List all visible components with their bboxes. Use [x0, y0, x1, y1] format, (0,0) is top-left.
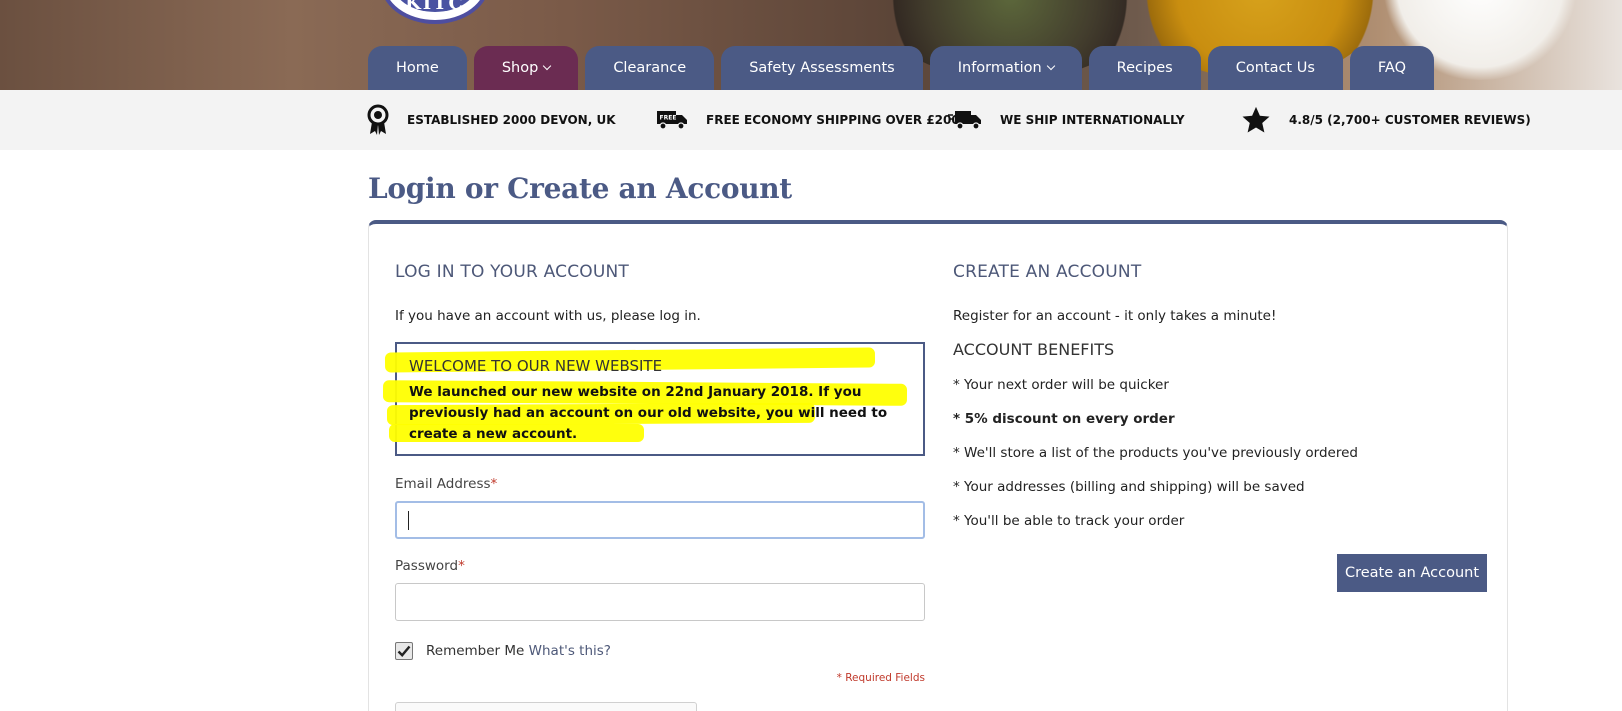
login-intro: If you have an account with us, please l…	[395, 308, 701, 324]
whats-this-link[interactable]: What's this?	[529, 643, 611, 659]
benefit-item: * 5% discount on every order	[953, 411, 1175, 427]
usp-reviews: 4.8/5 (2,700+ CUSTOMER REVIEWS)	[1241, 90, 1531, 150]
benefits-title: ACCOUNT BENEFITS	[953, 340, 1115, 359]
password-label: Password*	[395, 558, 465, 574]
usp-text: 4.8/5 (2,700+ CUSTOMER REVIEWS)	[1289, 113, 1531, 127]
login-button[interactable]	[395, 702, 697, 711]
nav-tab-home[interactable]: Home	[368, 46, 467, 90]
site-logo[interactable]: KITC	[380, 0, 490, 24]
nav-tab-label: Clearance	[613, 60, 687, 76]
required-fields-note: * Required Fields	[836, 672, 925, 684]
usp-text: ESTABLISHED 2000 DEVON, UK	[407, 113, 616, 127]
create-account-button[interactable]: Create an Account	[1337, 554, 1487, 592]
chevron-down-icon	[1046, 61, 1055, 71]
star-icon	[1242, 106, 1270, 133]
email-label: Email Address*	[395, 476, 497, 492]
account-panel: LOG IN TO YOUR ACCOUNT If you have an ac…	[368, 220, 1508, 711]
usp-text: WE SHIP INTERNATIONALLY	[1000, 113, 1185, 127]
usp-bar: ESTABLISHED 2000 DEVON, UK FREE FREE ECO…	[0, 90, 1622, 150]
email-label-text: Email Address	[395, 476, 491, 492]
nav-tab-faq[interactable]: FAQ	[1349, 46, 1434, 90]
logo-text: KITC	[405, 0, 465, 14]
usp-established: ESTABLISHED 2000 DEVON, UK	[367, 90, 616, 150]
free-badge-text: FREE	[660, 115, 677, 122]
nav-tab-clearance[interactable]: Clearance	[585, 46, 715, 90]
nav-tab-contact-us[interactable]: Contact Us	[1207, 46, 1343, 90]
benefit-item: * Your addresses (billing and shipping) …	[953, 479, 1305, 495]
remember-me-label: Remember Me What's this?	[426, 643, 611, 659]
checkmark-icon	[397, 645, 411, 657]
login-title: LOG IN TO YOUR ACCOUNT	[395, 262, 630, 282]
password-label-text: Password	[395, 558, 459, 574]
nav-tab-label: Home	[396, 60, 439, 76]
nav-tab-label: Recipes	[1116, 60, 1173, 76]
nav-tab-label: Contact Us	[1235, 60, 1315, 76]
welcome-notice: WELCOME TO OUR NEW WEBSITE We launched o…	[382, 342, 925, 456]
remember-me-checkbox[interactable]	[395, 642, 413, 660]
remember-me-text: Remember Me	[426, 643, 525, 659]
register-intro: Register for an account - it only takes …	[953, 308, 1277, 324]
header-banner: KITC Home Shop Clearance Safety Assessme…	[0, 0, 1622, 90]
nav-tab-label: FAQ	[1377, 60, 1406, 76]
notice-title: WELCOME TO OUR NEW WEBSITE	[409, 357, 663, 375]
nav-tab-recipes[interactable]: Recipes	[1088, 46, 1201, 90]
notice-body: We launched our new website on 22nd Janu…	[409, 384, 888, 442]
text-caret	[408, 511, 409, 530]
page-title: Login or Create an Account	[368, 172, 792, 205]
free-shipping-truck-icon: FREE	[657, 111, 687, 130]
rosette-icon	[367, 104, 389, 135]
nav-tab-information[interactable]: Information	[929, 46, 1082, 90]
email-field[interactable]	[395, 501, 925, 539]
chevron-down-icon	[543, 61, 552, 71]
nav-tab-label: Shop	[501, 60, 539, 76]
password-field[interactable]	[395, 583, 925, 621]
main-nav: Home Shop Clearance Safety Assessments I…	[368, 46, 1434, 90]
register-title: CREATE AN ACCOUNT	[953, 262, 1142, 282]
usp-free-shipping: FREE FREE ECONOMY SHIPPING OVER £200	[656, 90, 960, 150]
nav-tab-safety-assessments[interactable]: Safety Assessments	[721, 46, 923, 90]
required-asterisk: *	[490, 476, 498, 492]
nav-tab-label: Information	[957, 60, 1042, 76]
benefit-item: * We'll store a list of the products you…	[953, 445, 1358, 461]
benefit-item: * You'll be able to track your order	[953, 513, 1185, 529]
usp-text: FREE ECONOMY SHIPPING OVER £200	[706, 113, 960, 127]
usp-international: WE SHIP INTERNATIONALLY	[948, 90, 1185, 150]
delivery-truck-icon	[948, 111, 981, 130]
required-asterisk: *	[458, 558, 465, 574]
nav-tab-shop[interactable]: Shop	[473, 46, 579, 90]
benefit-item: * Your next order will be quicker	[953, 377, 1169, 393]
nav-tab-label: Safety Assessments	[749, 60, 895, 76]
